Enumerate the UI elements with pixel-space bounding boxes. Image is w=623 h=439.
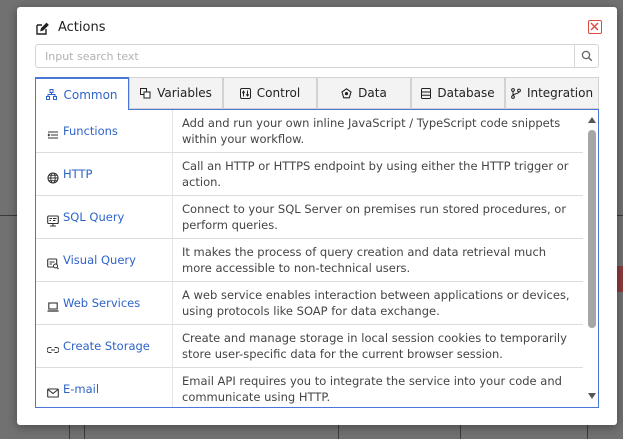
tab-database[interactable]: Database	[411, 77, 505, 109]
visual-query-icon	[47, 255, 59, 270]
search-input[interactable]	[36, 45, 576, 67]
tab-control[interactable]: Control	[223, 77, 317, 109]
link-icon	[46, 341, 60, 354]
action-name: E-mail	[63, 382, 100, 396]
action-description: Email API requires you to integrate the …	[182, 374, 562, 404]
list-item[interactable]: Functions Add and run your own inline Ja…	[36, 110, 583, 153]
sql-query-icon	[47, 212, 59, 227]
search-button[interactable]	[574, 45, 598, 67]
actions-list: Functions Add and run your own inline Ja…	[35, 109, 599, 408]
column-divider	[172, 368, 173, 407]
background-divider	[84, 425, 85, 439]
column-divider	[172, 153, 173, 196]
background-divider	[0, 215, 17, 216]
branch-icon	[511, 87, 521, 99]
column-divider	[172, 239, 173, 282]
action-description: Create and manage storage in local sessi…	[182, 331, 567, 361]
close-icon	[590, 22, 599, 31]
scroll-thumb[interactable]	[588, 130, 596, 328]
edit-icon	[35, 21, 49, 35]
tab-label: Variables	[157, 86, 212, 100]
data-icon	[341, 87, 352, 98]
action-description: Add and run your own inline JavaScript /…	[182, 116, 561, 146]
database-icon	[421, 87, 432, 99]
action-name: Web Services	[63, 296, 141, 310]
action-name: SQL Query	[63, 210, 125, 224]
action-description: Connect to your SQL Server on premises r…	[182, 202, 567, 232]
background-divider	[617, 215, 623, 216]
tab-label: Database	[437, 86, 495, 100]
hierarchy-icon	[46, 89, 58, 100]
category-tabs: Common Variables Control Data Database I…	[35, 77, 599, 110]
tab-label: Integration	[526, 86, 594, 100]
list-item[interactable]: Create Storage Create and manage storage…	[36, 325, 583, 368]
search-box	[35, 44, 599, 68]
laptop-icon	[47, 298, 59, 312]
column-divider	[172, 282, 173, 325]
tab-label: Control	[256, 86, 301, 100]
close-button[interactable]	[588, 20, 602, 34]
action-name: HTTP	[63, 167, 93, 181]
action-name: Visual Query	[63, 253, 136, 267]
list-item[interactable]: Web Services A web service enables inter…	[36, 282, 583, 325]
action-description: A web service enables interaction betwee…	[182, 288, 570, 318]
tab-label: Common	[63, 87, 118, 102]
action-description: Call an HTTP or HTTPS endpoint by using …	[182, 159, 569, 189]
background-divider	[460, 425, 461, 439]
list-item[interactable]: HTTP Call an HTTP or HTTPS endpoint by u…	[36, 153, 583, 196]
list-item[interactable]: SQL Query Connect to your SQL Server on …	[36, 196, 583, 239]
scroll-down-arrow-icon[interactable]	[588, 393, 596, 399]
actions-dialog: Actions Common	[17, 7, 617, 425]
action-description: It makes the process of query creation a…	[182, 245, 547, 275]
search-icon	[581, 50, 593, 62]
dialog-title: Actions	[58, 20, 106, 35]
column-divider	[172, 196, 173, 239]
tab-integration[interactable]: Integration	[505, 77, 599, 109]
list-scrollbar[interactable]	[586, 110, 598, 407]
list-item[interactable]: Visual Query It makes the process of que…	[36, 239, 583, 282]
background-divider	[338, 425, 339, 439]
tab-label: Data	[358, 86, 387, 100]
mail-icon	[47, 384, 59, 398]
tab-data[interactable]: Data	[317, 77, 411, 109]
column-divider	[172, 110, 173, 153]
list-item[interactable]: E-mail Email API requires you to integra…	[36, 368, 583, 407]
tab-variables[interactable]: Variables	[129, 77, 223, 109]
background-divider	[587, 425, 588, 439]
action-name: Create Storage	[63, 339, 150, 353]
tab-common[interactable]: Common	[35, 77, 129, 110]
globe-icon	[47, 169, 59, 184]
scroll-up-arrow-icon[interactable]	[588, 117, 596, 123]
dialog-header: Actions	[17, 7, 617, 47]
variables-icon	[140, 87, 151, 98]
background-divider	[69, 425, 70, 439]
functions-icon	[47, 126, 59, 139]
column-divider	[172, 325, 173, 368]
control-icon	[239, 87, 251, 99]
action-name: Functions	[63, 124, 118, 138]
